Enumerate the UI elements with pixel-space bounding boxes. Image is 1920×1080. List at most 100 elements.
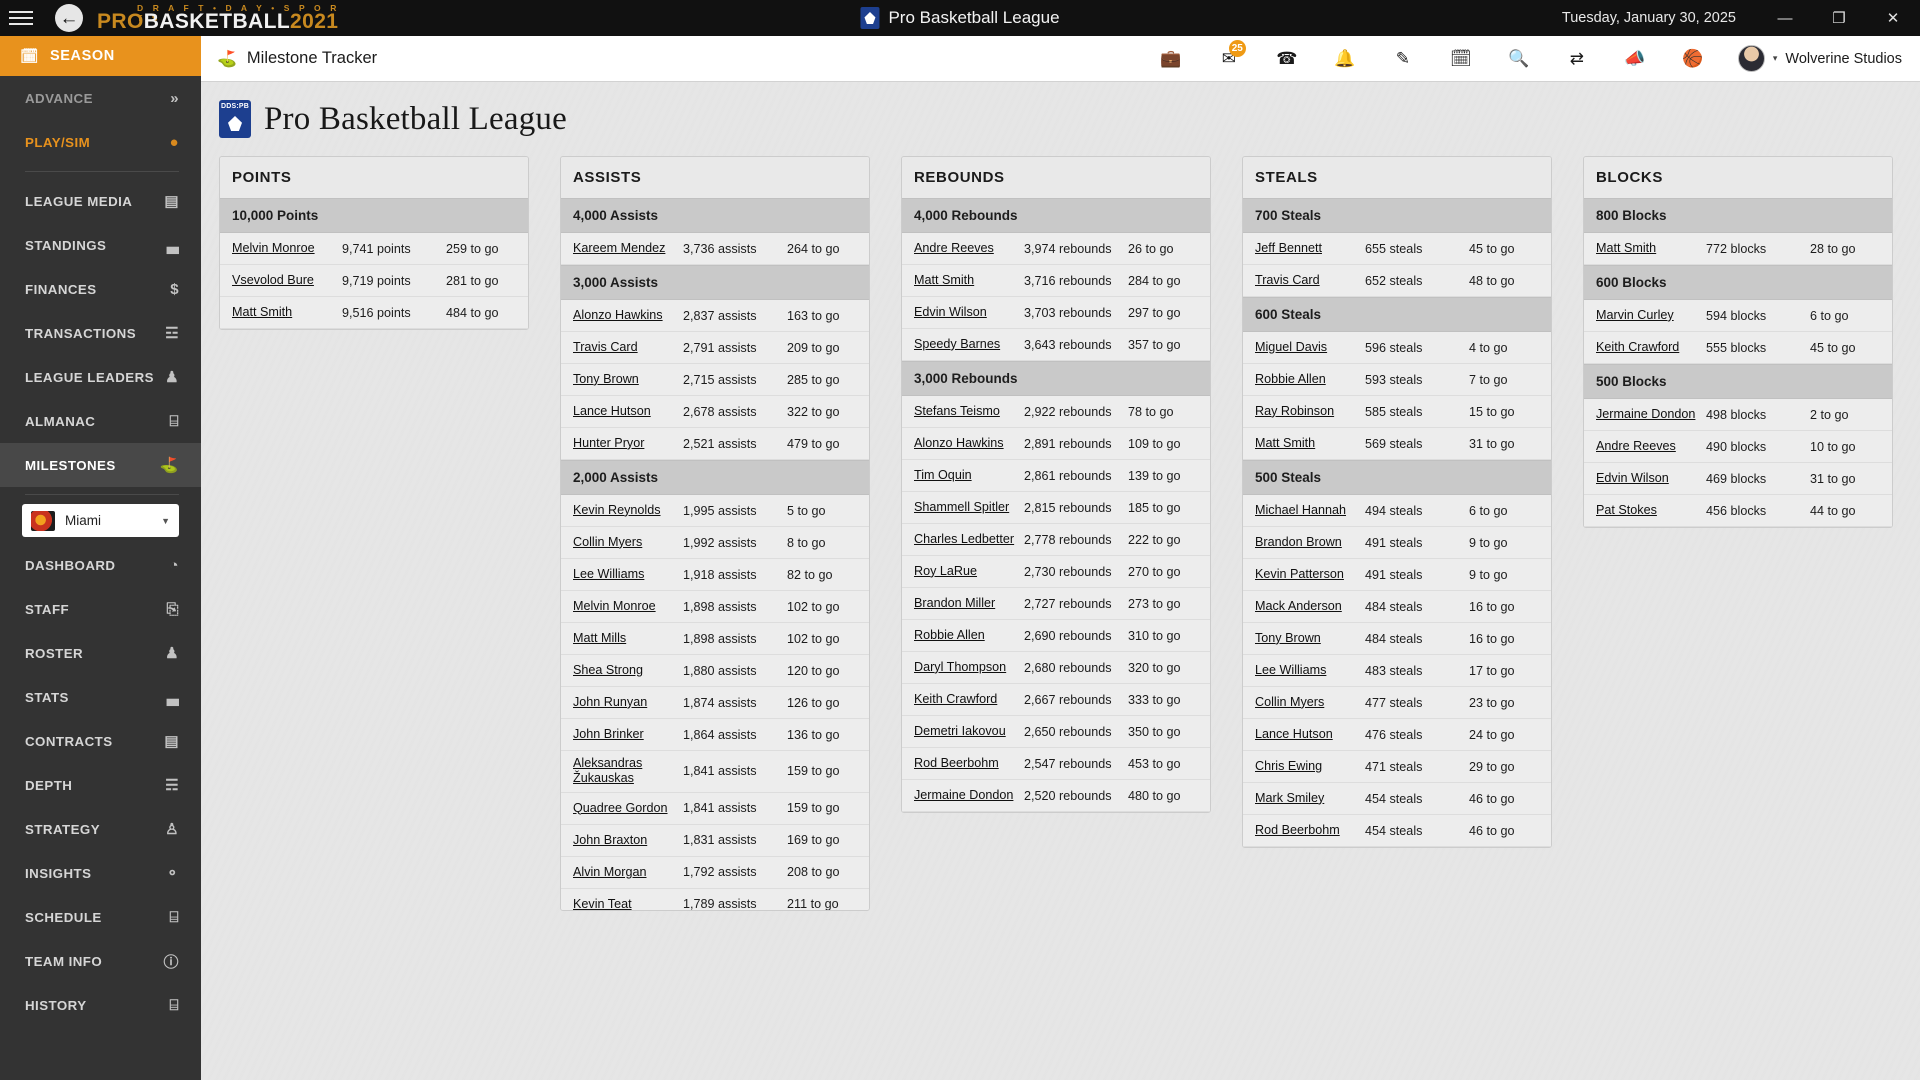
sidebar-item-depth[interactable]: DEPTH ☴	[0, 763, 201, 807]
sidebar-item-history[interactable]: HISTORY ⌸	[0, 983, 201, 1027]
sidebar-item-finances[interactable]: FINANCES $	[0, 267, 201, 311]
player-name-link[interactable]: Demetri Iakovou	[902, 724, 1024, 739]
milestone-card-body[interactable]: 4,000 AssistsKareem Mendez3,736 assists2…	[561, 198, 869, 910]
player-name-link[interactable]: Jermaine Dondon	[902, 788, 1024, 803]
player-name-link[interactable]: Tony Brown	[561, 372, 683, 387]
sidebar-item-almanac[interactable]: ALMANAC ⌸	[0, 399, 201, 443]
phone-icon[interactable]: ☎	[1258, 36, 1316, 82]
player-name-link[interactable]: Shammell Spitler	[902, 500, 1024, 515]
minimize-button[interactable]: —	[1758, 0, 1812, 36]
sidebar-item-standings[interactable]: STANDINGS ▃	[0, 223, 201, 267]
refresh-icon[interactable]: ⇄	[1548, 36, 1606, 82]
sidebar-item-contracts[interactable]: CONTRACTS ▤	[0, 719, 201, 763]
player-name-link[interactable]: Lee Williams	[561, 567, 683, 582]
player-name-link[interactable]: Pat Stokes	[1584, 503, 1706, 518]
player-name-link[interactable]: Robbie Allen	[1243, 372, 1365, 387]
player-name-link[interactable]: Mark Smiley	[1243, 791, 1365, 806]
megaphone-icon[interactable]: 📣	[1606, 36, 1664, 82]
player-name-link[interactable]: Tony Brown	[1243, 631, 1365, 646]
player-name-link[interactable]: Alvin Morgan	[561, 865, 683, 880]
sidebar-item-staff[interactable]: STAFF ⎘	[0, 587, 201, 631]
sidebar-item-schedule[interactable]: SCHEDULE ⌸	[0, 895, 201, 939]
player-name-link[interactable]: Michael Hannah	[1243, 503, 1365, 518]
player-name-link[interactable]: Keith Crawford	[1584, 340, 1706, 355]
player-name-link[interactable]: Marvin Curley	[1584, 308, 1706, 323]
player-name-link[interactable]: Jeff Bennett	[1243, 241, 1365, 256]
player-name-link[interactable]: Speedy Barnes	[902, 337, 1024, 352]
sidebar-item-stats[interactable]: STATS ▃	[0, 675, 201, 719]
player-name-link[interactable]: Collin Myers	[561, 535, 683, 550]
player-name-link[interactable]: Shea Strong	[561, 663, 683, 678]
sidebar-item-insights[interactable]: INSIGHTS ⚬	[0, 851, 201, 895]
player-name-link[interactable]: John Runyan	[561, 695, 683, 710]
player-name-link[interactable]: Keith Crawford	[902, 692, 1024, 707]
sidebar-item-roster[interactable]: ROSTER ♟	[0, 631, 201, 675]
player-name-link[interactable]: Tim Oquin	[902, 468, 1024, 483]
player-name-link[interactable]: Alonzo Hawkins	[561, 308, 683, 323]
player-name-link[interactable]: Vsevolod Bure	[220, 273, 342, 288]
mail-icon[interactable]: ✉ 25	[1200, 36, 1258, 82]
player-name-link[interactable]: Lance Hutson	[561, 404, 683, 419]
user-menu[interactable]: ▾ Wolverine Studios	[1732, 45, 1920, 72]
close-button[interactable]: ✕	[1866, 0, 1920, 36]
player-name-link[interactable]: Quadree Gordon	[561, 801, 683, 816]
player-name-link[interactable]: Kevin Teat	[561, 897, 683, 910]
player-name-link[interactable]: Matt Smith	[902, 273, 1024, 288]
player-name-link[interactable]: Alonzo Hawkins	[902, 436, 1024, 451]
player-name-link[interactable]: Kevin Patterson	[1243, 567, 1365, 582]
player-name-link[interactable]: Edvin Wilson	[902, 305, 1024, 320]
player-name-link[interactable]: Robbie Allen	[902, 628, 1024, 643]
player-name-link[interactable]: Mack Anderson	[1243, 599, 1365, 614]
search-icon[interactable]: 🔍	[1490, 36, 1548, 82]
player-name-link[interactable]: Kevin Reynolds	[561, 503, 683, 518]
player-name-link[interactable]: Andre Reeves	[902, 241, 1024, 256]
player-name-link[interactable]: Brandon Miller	[902, 596, 1024, 611]
player-name-link[interactable]: Aleksandras Žukauskas	[561, 756, 683, 787]
player-name-link[interactable]: Travis Card	[561, 340, 683, 355]
sidebar-item-transactions[interactable]: TRANSACTIONS ☲	[0, 311, 201, 355]
player-name-link[interactable]: Lee Williams	[1243, 663, 1365, 678]
player-name-link[interactable]: Roy LaRue	[902, 564, 1024, 579]
sidebar-item-play-sim[interactable]: PLAY/SIM ●	[0, 120, 201, 164]
player-name-link[interactable]: Chris Ewing	[1243, 759, 1365, 774]
player-name-link[interactable]: Jermaine Dondon	[1584, 407, 1706, 422]
player-name-link[interactable]: John Braxton	[561, 833, 683, 848]
basketball-hoop-icon[interactable]: 🏀	[1664, 36, 1722, 82]
team-selector-dropdown[interactable]: Miami ▼	[22, 504, 179, 537]
player-name-link[interactable]: Andre Reeves	[1584, 439, 1706, 454]
sidebar-item-team-info[interactable]: TEAM INFO ⓘ	[0, 939, 201, 983]
bell-icon[interactable]: 🔔	[1316, 36, 1374, 82]
sidebar-item-dashboard[interactable]: DASHBOARD ◔	[0, 543, 201, 587]
sidebar-item-advance[interactable]: ADVANCE »	[0, 76, 201, 120]
sidebar-item-league-media[interactable]: LEAGUE MEDIA ▤	[0, 179, 201, 223]
compose-icon[interactable]: ✎	[1374, 36, 1432, 82]
player-name-link[interactable]: Melvin Monroe	[561, 599, 683, 614]
player-name-link[interactable]: Matt Mills	[561, 631, 683, 646]
player-name-link[interactable]: Stefans Teismo	[902, 404, 1024, 419]
player-name-link[interactable]: Rod Beerbohm	[1243, 823, 1365, 838]
sidebar-item-milestones[interactable]: MILESTONES ⛳	[0, 443, 201, 487]
player-name-link[interactable]: Rod Beerbohm	[902, 756, 1024, 771]
player-name-link[interactable]: Charles Ledbetter	[902, 532, 1024, 547]
sidebar-season-button[interactable]: 🗓 SEASON	[0, 36, 201, 76]
player-name-link[interactable]: Kareem Mendez	[561, 241, 683, 256]
player-name-link[interactable]: Edvin Wilson	[1584, 471, 1706, 486]
back-button[interactable]: ←	[55, 4, 83, 32]
player-name-link[interactable]: Lance Hutson	[1243, 727, 1365, 742]
maximize-button[interactable]: ❐	[1812, 0, 1866, 36]
player-name-link[interactable]: Matt Smith	[220, 305, 342, 320]
player-name-link[interactable]: Miguel Davis	[1243, 340, 1365, 355]
player-name-link[interactable]: Travis Card	[1243, 273, 1365, 288]
sidebar-item-league-leaders[interactable]: LEAGUE LEADERS ♟	[0, 355, 201, 399]
calendar-check-icon[interactable]: 🗓	[1432, 36, 1490, 82]
player-name-link[interactable]: Collin Myers	[1243, 695, 1365, 710]
player-name-link[interactable]: Melvin Monroe	[220, 241, 342, 256]
briefcase-icon[interactable]: 💼	[1142, 36, 1200, 82]
player-name-link[interactable]: Brandon Brown	[1243, 535, 1365, 550]
player-name-link[interactable]: Daryl Thompson	[902, 660, 1024, 675]
player-name-link[interactable]: Matt Smith	[1584, 241, 1706, 256]
hamburger-menu-icon[interactable]	[9, 11, 43, 25]
player-name-link[interactable]: Hunter Pryor	[561, 436, 683, 451]
player-name-link[interactable]: John Brinker	[561, 727, 683, 742]
sidebar-item-strategy[interactable]: STRATEGY ♙	[0, 807, 201, 851]
